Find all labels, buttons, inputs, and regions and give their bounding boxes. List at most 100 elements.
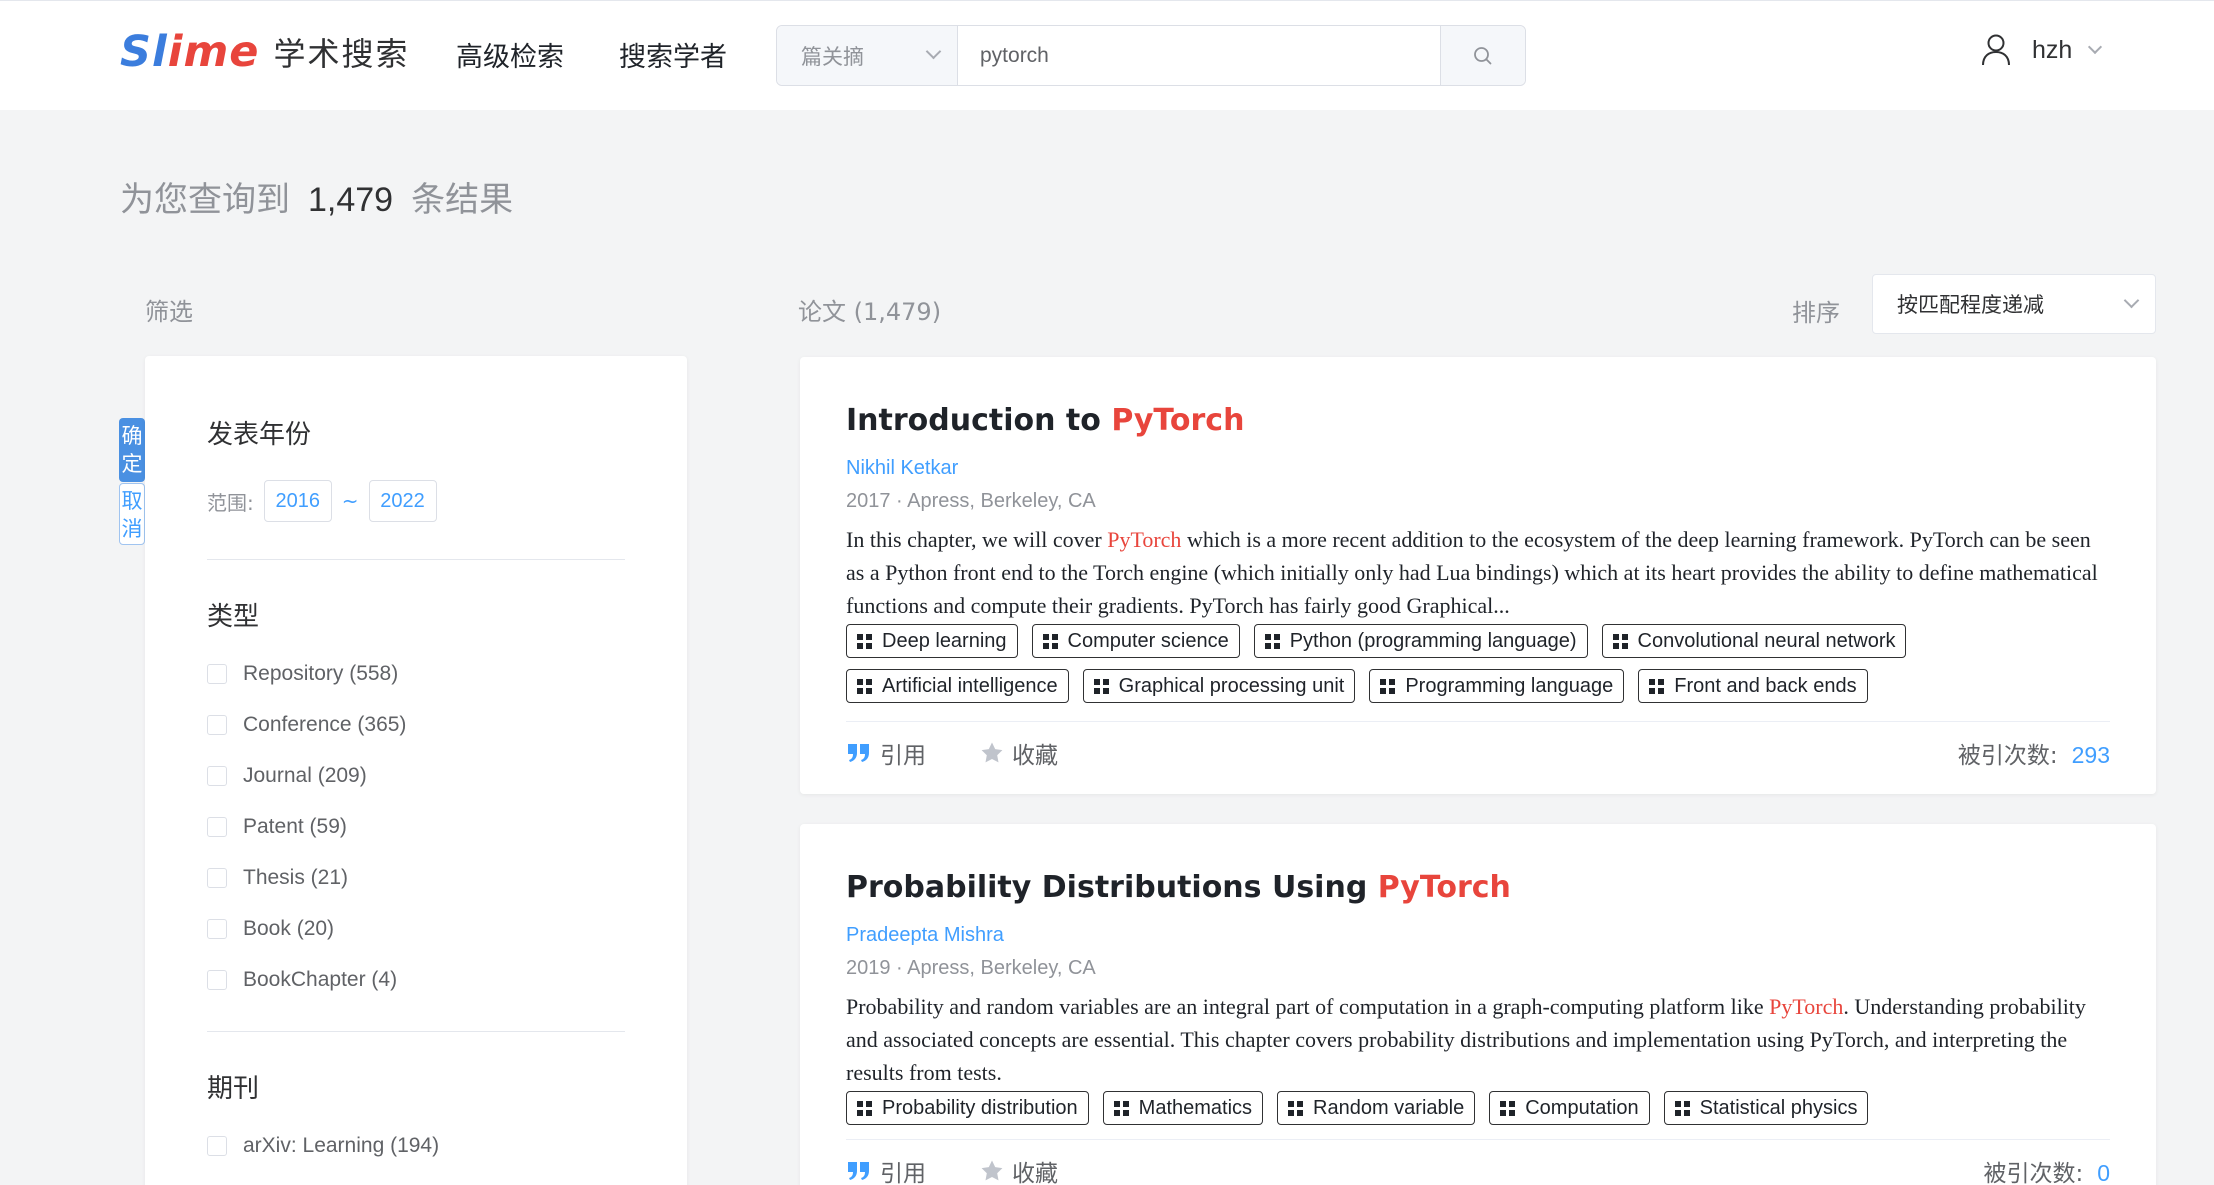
search-input[interactable] (958, 26, 1440, 85)
keyword-tag[interactable]: Deep learning (846, 624, 1018, 658)
paper-title[interactable]: Probability Distributions Using PyTorch (846, 868, 2112, 908)
cite-button[interactable]: 引用 (846, 736, 926, 770)
search-button[interactable] (1440, 26, 1525, 85)
journal-list: arXiv: Learning (194) (207, 1120, 439, 1171)
type-option[interactable]: Thesis (21) (207, 852, 406, 903)
logo-subtitle: 学术搜索 (273, 35, 410, 73)
checkbox[interactable] (207, 969, 227, 990)
year-to-input[interactable]: 2022 (368, 480, 437, 522)
keyword-tag[interactable]: Front and back ends (1638, 669, 1868, 703)
keyword-tag[interactable]: Convolutional neural network (1601, 624, 1907, 658)
type-list: Repository (558) Conference (365) Journa… (207, 648, 406, 1005)
grid-icon (857, 678, 872, 694)
paper-tags: Deep learning Computer science Python (p… (846, 624, 2112, 703)
year-range: 范围: 2016 ~ 2022 (207, 480, 437, 522)
grid-icon (857, 633, 872, 649)
keyword-tag[interactable]: Random variable (1277, 1091, 1476, 1125)
keyword-tag[interactable]: Statistical physics (1663, 1091, 1869, 1125)
type-option[interactable]: BookChapter (4) (207, 954, 406, 1005)
cancel-filter-button[interactable]: 取消 (119, 483, 145, 545)
star-icon (981, 1160, 1003, 1181)
journal-section-title: 期刊 (207, 1074, 260, 1104)
grid-icon (1093, 678, 1109, 694)
paper-title[interactable]: Introduction to PyTorch (846, 401, 2112, 441)
keyword-tag[interactable]: Graphical processing unit (1082, 669, 1356, 703)
keyword-tag[interactable]: Mathematics (1102, 1091, 1264, 1125)
grid-icon (1674, 1100, 1690, 1116)
search-bar: 篇关摘 (776, 25, 1526, 86)
paper-authors[interactable]: Nikhil Ketkar (846, 457, 2112, 480)
keyword-tag[interactable]: Computation (1489, 1091, 1650, 1125)
type-option[interactable]: Patent (59) (207, 801, 406, 852)
search-scope-value: 篇关摘 (801, 44, 864, 69)
year-from-input[interactable]: 2016 (263, 480, 332, 522)
paper-content: Probability Distributions Using PyTorch … (846, 868, 2112, 1125)
search-scope-select[interactable]: 篇关摘 (777, 26, 958, 85)
citation-count: 被引次数: 0 (1983, 1160, 2110, 1185)
quote-icon (848, 744, 869, 762)
filter-heading: 筛选 (145, 298, 193, 326)
type-option[interactable]: Repository (558) (207, 648, 406, 699)
paper-venue: 2017 · Apress, Berkeley, CA (846, 490, 1096, 512)
keyword-tag[interactable]: Python (programming language) (1253, 624, 1588, 658)
checkbox[interactable] (207, 816, 227, 837)
checkbox[interactable] (207, 663, 227, 684)
top-header: Slime 学术搜索 高级检索 搜索学者 篇关摘 hzh (0, 0, 2214, 110)
paper-venue: 2019 · Apress, Berkeley, CA (846, 957, 1096, 979)
paper-abstract: Probability and random variables are an … (846, 994, 2086, 1085)
paper-tags: Probability distribution Mathematics Ran… (846, 1091, 2112, 1125)
logo-wordmark: Slime (120, 27, 260, 77)
journal-option[interactable]: arXiv: Learning (194) (207, 1120, 439, 1171)
paper-footer: 引用 收藏 被引次数: 0 (846, 1139, 2110, 1185)
year-section-title: 发表年份 (207, 420, 312, 450)
logo[interactable]: Slime 学术搜索 (120, 27, 409, 77)
cite-button[interactable]: 引用 (846, 1154, 926, 1185)
type-option[interactable]: Book (20) (207, 903, 406, 954)
checkbox[interactable] (207, 765, 227, 786)
type-option[interactable]: Journal (209) (207, 750, 406, 801)
star-icon (981, 742, 1003, 763)
divider (207, 1031, 625, 1032)
checkbox[interactable] (207, 1135, 227, 1156)
paper-card: Probability Distributions Using PyTorch … (800, 824, 2156, 1185)
range-separator: ~ (341, 489, 359, 513)
favorite-button[interactable]: 收藏 (980, 736, 1058, 770)
chevron-down-icon (2123, 292, 2140, 309)
confirm-filter-button[interactable]: 确定 (119, 418, 145, 482)
divider (207, 559, 625, 560)
user-icon (1982, 34, 2010, 66)
checkbox[interactable] (207, 918, 227, 939)
keyword-tag[interactable]: Computer science (1031, 624, 1240, 658)
filter-actions: 确定 取消 (119, 418, 145, 545)
chevron-down-icon (925, 43, 942, 60)
citation-count: 被引次数: 293 (1957, 742, 2110, 769)
keyword-tag[interactable]: Programming language (1369, 669, 1625, 703)
grid-icon (1264, 633, 1280, 649)
keyword-tag[interactable]: Probability distribution (846, 1091, 1089, 1125)
grid-icon (1380, 678, 1396, 694)
checkbox[interactable] (207, 867, 227, 888)
favorite-button[interactable]: 收藏 (980, 1154, 1058, 1185)
keyword-tag[interactable]: Artificial intelligence (846, 669, 1069, 703)
sort-label: 排序 (1792, 299, 1840, 327)
result-count: 1,479 (308, 181, 394, 219)
summary-suffix: 条结果 (411, 180, 514, 220)
nav-scholar-search[interactable]: 搜索学者 (619, 35, 727, 74)
grid-icon (1288, 1100, 1304, 1116)
grid-icon (1500, 1100, 1516, 1116)
result-summary: 为您查询到 1,479 条结果 (120, 172, 513, 221)
user-menu[interactable]: hzh (1980, 33, 2103, 67)
checkbox[interactable] (207, 714, 227, 735)
sort-select[interactable]: 按匹配程度递减 (1872, 274, 2156, 334)
search-icon (1474, 46, 1492, 64)
grid-icon (1649, 678, 1665, 694)
range-label: 范围: (207, 490, 254, 515)
paper-authors[interactable]: Pradeepta Mishra (846, 924, 2112, 947)
grid-icon (1612, 633, 1628, 649)
type-option[interactable]: Conference (365) (207, 699, 406, 750)
paper-content: Introduction to PyTorch Nikhil Ketkar 20… (846, 401, 2112, 703)
nav-advanced-search[interactable]: 高级检索 (456, 35, 564, 74)
sort-value: 按匹配程度递减 (1897, 293, 2044, 317)
grid-icon (857, 1100, 872, 1116)
paper-abstract: In this chapter, we will cover PyTorch w… (846, 527, 2098, 618)
